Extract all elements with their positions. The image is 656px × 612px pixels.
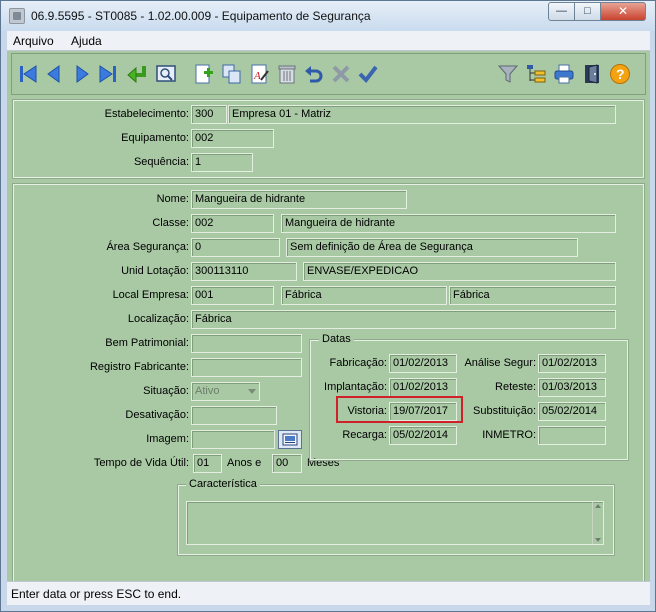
classe-code-field[interactable]: 002 bbox=[191, 214, 274, 233]
substituicao-label: Substituição: bbox=[473, 405, 536, 417]
caracteristica-textarea[interactable] bbox=[186, 501, 604, 545]
exit-icon[interactable] bbox=[580, 62, 604, 86]
vida-anos-field[interactable]: 01 bbox=[193, 454, 222, 473]
anos-e-label: Anos e bbox=[227, 457, 262, 469]
sequencia-label: Sequência: bbox=[133, 156, 189, 168]
previous-record-icon[interactable] bbox=[42, 62, 66, 86]
fabricacao-field[interactable]: 01/02/2013 bbox=[389, 354, 457, 373]
implantacao-label: Implantação: bbox=[324, 381, 387, 393]
copy-icon[interactable] bbox=[220, 62, 244, 86]
imagem-field[interactable] bbox=[191, 430, 275, 449]
print-icon[interactable] bbox=[552, 62, 576, 86]
status-text: Enter data or press ESC to end. bbox=[11, 587, 182, 601]
cancel-icon[interactable] bbox=[329, 62, 353, 86]
caracteristica-title: Característica bbox=[186, 478, 260, 490]
new-record-icon[interactable] bbox=[192, 62, 216, 86]
reteste-label: Reteste: bbox=[495, 381, 536, 393]
chevron-down-icon bbox=[248, 389, 256, 394]
equipamento-label: Equipamento: bbox=[121, 132, 189, 144]
maximize-button[interactable]: □ bbox=[574, 2, 601, 21]
vistoria-highlight-box bbox=[336, 396, 463, 423]
header-panel: Estabelecimento: 300 Empresa 01 - Matriz… bbox=[12, 99, 645, 179]
recarga-field[interactable]: 05/02/2014 bbox=[389, 426, 457, 445]
localizacao-label: Localização: bbox=[127, 313, 189, 325]
menu-bar: Arquivo Ajuda bbox=[7, 31, 650, 51]
recarga-label: Recarga: bbox=[342, 429, 387, 441]
delete-icon[interactable] bbox=[275, 62, 299, 86]
inmetro-field[interactable] bbox=[538, 426, 606, 445]
area-seguranca-label: Área Segurança: bbox=[106, 241, 189, 253]
last-record-icon[interactable] bbox=[96, 62, 120, 86]
registro-fabricante-label: Registro Fabricante: bbox=[89, 361, 189, 373]
unid-code-field[interactable]: 300113110 bbox=[191, 262, 297, 281]
return-icon[interactable] bbox=[126, 62, 150, 86]
help-icon[interactable]: ? bbox=[608, 62, 632, 86]
datas-title: Datas bbox=[319, 333, 354, 345]
minimize-button[interactable]: — bbox=[548, 2, 575, 21]
undo-icon[interactable] bbox=[302, 62, 326, 86]
area-name-field[interactable]: Sem definição de Área de Segurança bbox=[286, 238, 578, 257]
menu-arquivo[interactable]: Arquivo bbox=[13, 34, 54, 48]
situacao-label: Situação: bbox=[143, 385, 189, 397]
image-browse-icon bbox=[282, 433, 298, 446]
edit-icon[interactable]: A bbox=[248, 62, 272, 86]
unid-lotacao-label: Unid Lotação: bbox=[121, 265, 189, 277]
filter-icon[interactable] bbox=[496, 62, 520, 86]
estabelecimento-code-field[interactable]: 300 bbox=[191, 105, 227, 124]
svg-text:?: ? bbox=[616, 66, 625, 82]
local-empresa-label: Local Empresa: bbox=[112, 289, 189, 301]
menu-ajuda[interactable]: Ajuda bbox=[71, 34, 102, 48]
bem-patrimonial-field[interactable] bbox=[191, 334, 302, 353]
situacao-select[interactable]: Ativo bbox=[191, 382, 260, 401]
bem-patrimonial-label: Bem Patrimonial: bbox=[105, 337, 189, 349]
sequencia-field[interactable]: 1 bbox=[191, 153, 253, 172]
area-code-field[interactable]: 0 bbox=[191, 238, 280, 257]
analise-segur-label: Análise Segur: bbox=[464, 357, 536, 369]
local-name2-field[interactable]: Fábrica bbox=[449, 286, 616, 305]
form-client-area: A ? Estabelecimento: 300 Empresa 01 - Ma… bbox=[7, 51, 650, 601]
equipamento-field[interactable]: 002 bbox=[191, 129, 274, 148]
localizacao-field[interactable]: Fábrica bbox=[191, 310, 616, 329]
close-button[interactable]: ✕ bbox=[600, 2, 646, 21]
nome-label: Nome: bbox=[156, 193, 189, 205]
estabelecimento-name-field[interactable]: Empresa 01 - Matriz bbox=[228, 105, 616, 124]
analise-segur-field[interactable]: 01/02/2013 bbox=[538, 354, 606, 373]
application-window: 06.9.5595 - ST0085 - 1.02.00.009 - Equip… bbox=[0, 0, 656, 612]
classe-label: Classe: bbox=[152, 217, 189, 229]
image-browse-button[interactable] bbox=[278, 430, 302, 449]
inmetro-label: INMETRO: bbox=[482, 429, 536, 441]
caracteristica-scrollbar[interactable] bbox=[592, 502, 603, 544]
unid-name-field[interactable]: ENVASE/EXPEDICAO bbox=[303, 262, 616, 281]
tree-icon[interactable] bbox=[524, 62, 548, 86]
reteste-field[interactable]: 01/03/2013 bbox=[538, 378, 606, 397]
scroll-down-icon[interactable] bbox=[595, 538, 601, 542]
first-record-icon[interactable] bbox=[16, 62, 40, 86]
toolbar: A ? bbox=[11, 53, 646, 95]
app-icon bbox=[9, 8, 25, 24]
classe-name-field[interactable]: Mangueira de hidrante bbox=[281, 214, 616, 233]
next-record-icon[interactable] bbox=[70, 62, 94, 86]
zoom-icon[interactable] bbox=[154, 62, 178, 86]
imagem-label: Imagem: bbox=[146, 433, 189, 445]
implantacao-field[interactable]: 01/02/2013 bbox=[389, 378, 457, 397]
status-bar: Enter data or press ESC to end. bbox=[7, 581, 650, 605]
title-bar[interactable]: 06.9.5595 - ST0085 - 1.02.00.009 - Equip… bbox=[1, 1, 655, 31]
vida-meses-field[interactable]: 00 bbox=[272, 454, 302, 473]
svg-text:A: A bbox=[253, 70, 261, 82]
fabricacao-label: Fabricação: bbox=[329, 357, 387, 369]
nome-field[interactable]: Mangueira de hidrante bbox=[191, 190, 407, 209]
registro-fabricante-field[interactable] bbox=[191, 358, 302, 377]
local-name1-field[interactable]: Fábrica bbox=[281, 286, 447, 305]
situacao-value: Ativo bbox=[195, 385, 220, 397]
desativacao-field[interactable] bbox=[191, 406, 277, 425]
estabelecimento-label: Estabelecimento: bbox=[104, 108, 189, 120]
window-title: 06.9.5595 - ST0085 - 1.02.00.009 - Equip… bbox=[31, 9, 371, 23]
tempo-vida-label: Tempo de Vida Útil: bbox=[93, 457, 189, 469]
substituicao-field[interactable]: 05/02/2014 bbox=[538, 402, 606, 421]
local-code-field[interactable]: 001 bbox=[191, 286, 274, 305]
scroll-up-icon[interactable] bbox=[595, 504, 601, 508]
detail-panel: Nome: Mangueira de hidrante Classe: 002 … bbox=[12, 183, 645, 601]
confirm-icon[interactable] bbox=[356, 62, 380, 86]
desativacao-label: Desativação: bbox=[125, 409, 189, 421]
